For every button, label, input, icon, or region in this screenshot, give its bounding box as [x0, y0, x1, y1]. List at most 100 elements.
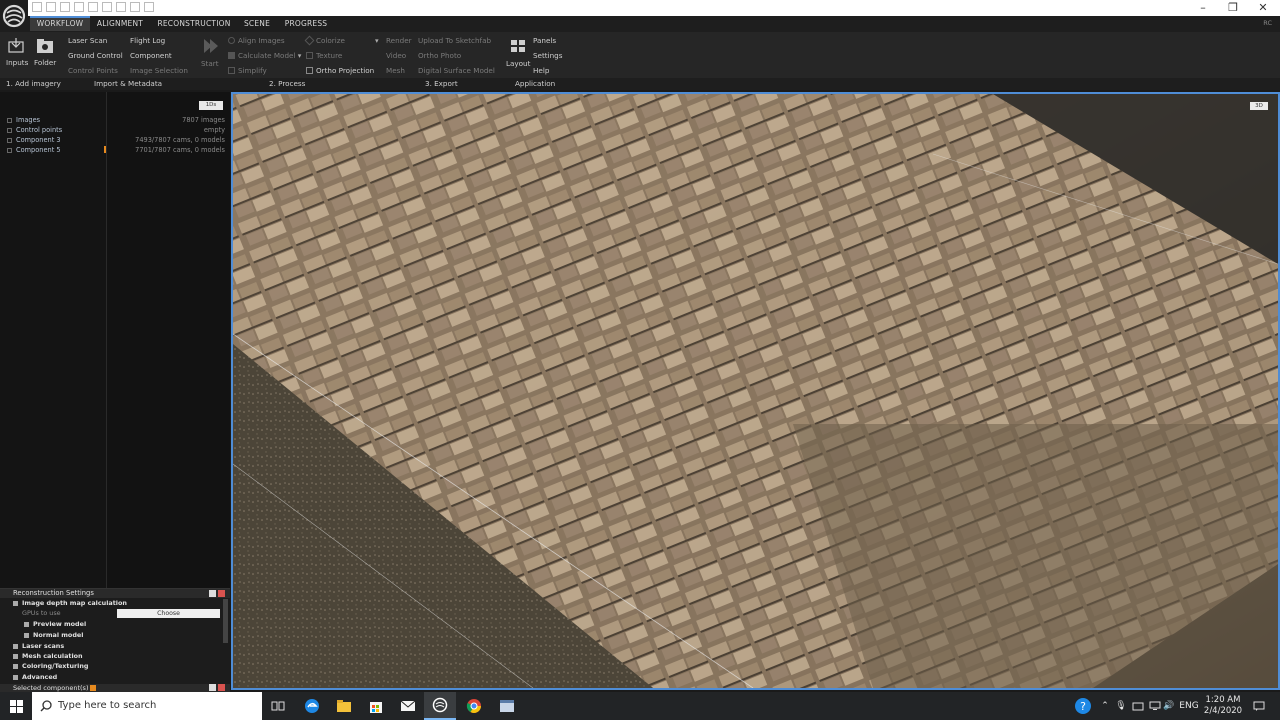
- setting-normal-model[interactable]: Normal model: [0, 630, 230, 640]
- component-button[interactable]: Component: [130, 51, 172, 60]
- setting-laser-scans[interactable]: Laser scans: [0, 641, 230, 651]
- align-images-button[interactable]: Align Images: [228, 36, 285, 45]
- volume-tray-icon[interactable]: 🔊: [1162, 692, 1176, 720]
- setting-coloring-texturing[interactable]: Coloring/Texturing: [0, 661, 230, 671]
- image-selection-button[interactable]: Image Selection: [130, 66, 188, 75]
- colorize-button[interactable]: Colorize ▾: [304, 35, 379, 46]
- expand-icon[interactable]: [7, 128, 12, 133]
- layout-button[interactable]: Layout: [506, 59, 530, 68]
- quick-access-icon[interactable]: [46, 2, 56, 12]
- pin-icon[interactable]: [209, 684, 216, 691]
- flight-log-button[interactable]: Flight Log: [130, 36, 165, 45]
- taskbar-store-button[interactable]: [360, 692, 392, 720]
- upload-sketchfab-button[interactable]: Upload To Sketchfab: [418, 36, 491, 45]
- panel-1ds-badge[interactable]: 1Ds: [199, 101, 223, 110]
- tab-workflow[interactable]: WORKFLOW: [30, 16, 90, 31]
- help-circle-icon: ?: [1075, 698, 1091, 714]
- taskbar-app-button[interactable]: [491, 692, 523, 720]
- close-panel-icon[interactable]: [218, 684, 225, 691]
- settings-scrollbar[interactable]: [223, 599, 228, 643]
- microphone-tray-icon[interactable]: 🎙: [1114, 692, 1128, 720]
- expand-icon[interactable]: [7, 138, 12, 143]
- expand-icon[interactable]: [13, 644, 18, 649]
- tab-alignment[interactable]: ALIGNMENT: [92, 16, 148, 31]
- show-hidden-icons-button[interactable]: ⌃: [1098, 692, 1112, 720]
- tree-row-control-points[interactable]: Control points empty: [0, 125, 230, 135]
- pin-icon[interactable]: [209, 590, 216, 597]
- quick-access-icon[interactable]: [60, 2, 70, 12]
- folder-icon: [37, 39, 53, 53]
- minimize-button[interactable]: –: [1188, 0, 1218, 16]
- 3d-viewport[interactable]: 3D: [231, 92, 1280, 690]
- settings-button[interactable]: Settings: [533, 51, 562, 60]
- expand-icon[interactable]: [13, 675, 18, 680]
- quick-access-toolbar: [32, 2, 154, 12]
- viewport-3d-badge[interactable]: 3D: [1250, 102, 1268, 110]
- help-button[interactable]: Help: [533, 66, 549, 75]
- setting-image-depth-map[interactable]: Image depth map calculation: [0, 598, 230, 608]
- setting-preview-model[interactable]: Preview model: [0, 619, 230, 629]
- taskbar-mail-button[interactable]: [392, 692, 424, 720]
- start-button[interactable]: Start: [201, 59, 219, 68]
- quick-access-icon[interactable]: [32, 2, 42, 12]
- start-button[interactable]: [0, 692, 32, 720]
- network-tray-icon[interactable]: [1148, 692, 1162, 720]
- tab-scene[interactable]: SCENE: [240, 16, 274, 31]
- taskbar-clock[interactable]: 1:20 AM 2/4/2020: [1196, 695, 1250, 717]
- taskbar-edge-button[interactable]: [296, 692, 328, 720]
- tab-reconstruction[interactable]: RECONSTRUCTION: [150, 16, 238, 31]
- expand-icon[interactable]: [13, 654, 18, 659]
- taskbar-realitycapture-button[interactable]: [424, 692, 456, 720]
- mesh-button[interactable]: Mesh: [386, 66, 405, 75]
- collapse-icon[interactable]: [13, 601, 18, 606]
- close-button[interactable]: ✕: [1248, 0, 1278, 16]
- expand-icon[interactable]: [24, 622, 29, 627]
- quick-access-icon[interactable]: [88, 2, 98, 12]
- taskbar-explorer-button[interactable]: [328, 692, 360, 720]
- expand-icon[interactable]: [13, 664, 18, 669]
- tree-row-images[interactable]: Images 7807 images: [0, 115, 230, 125]
- setting-advanced[interactable]: Advanced: [0, 672, 230, 682]
- expand-icon[interactable]: [7, 148, 12, 153]
- task-view-button[interactable]: [262, 692, 294, 720]
- taskbar-search-input[interactable]: Type here to search: [32, 692, 262, 720]
- simplify-button[interactable]: Simplify: [228, 66, 267, 75]
- choose-gpu-button[interactable]: Choose: [117, 609, 220, 618]
- quick-access-icon[interactable]: [130, 2, 140, 12]
- texture-button[interactable]: Texture: [306, 51, 342, 60]
- help-tray-button[interactable]: ?: [1072, 692, 1094, 720]
- calculate-model-button[interactable]: Calculate Model ▾: [228, 51, 301, 60]
- folder-button[interactable]: Folder: [34, 58, 56, 67]
- edge-icon: [305, 699, 319, 713]
- selected-components-bar[interactable]: Selected component(s): [0, 684, 230, 692]
- quick-access-icon[interactable]: [74, 2, 84, 12]
- tab-progress[interactable]: PROGRESS: [276, 16, 336, 31]
- digital-surface-model-button[interactable]: Digital Surface Model: [418, 66, 495, 75]
- setting-label: GPUs to use: [22, 609, 61, 617]
- setting-mesh-calculation[interactable]: Mesh calculation: [0, 651, 230, 661]
- panels-button[interactable]: Panels: [533, 36, 556, 45]
- expand-icon[interactable]: [24, 633, 29, 638]
- quick-access-icon[interactable]: [116, 2, 126, 12]
- expand-icon[interactable]: [7, 118, 12, 123]
- inputs-button[interactable]: Inputs: [6, 58, 28, 67]
- tree-row-component-3[interactable]: Component 3 7493/7807 cams, 0 models: [0, 135, 230, 145]
- ortho-projection-button[interactable]: Ortho Projection: [306, 66, 374, 75]
- tree-row-value: empty: [203, 126, 225, 134]
- notifications-button[interactable]: [1250, 692, 1268, 720]
- quick-access-icon[interactable]: [102, 2, 112, 12]
- selected-components-close-icon[interactable]: [90, 685, 96, 691]
- tray-app-icon[interactable]: [1130, 692, 1146, 720]
- taskbar-chrome-button[interactable]: [458, 692, 490, 720]
- laser-scan-button[interactable]: Laser Scan: [68, 36, 107, 45]
- tree-row-component-5[interactable]: Component 5 7701/7807 cams, 0 models: [0, 145, 230, 155]
- clock-time: 1:20 AM: [1205, 695, 1241, 705]
- video-button[interactable]: Video: [386, 51, 406, 60]
- ortho-photo-button[interactable]: Ortho Photo: [418, 51, 461, 60]
- control-points-button[interactable]: Control Points: [68, 66, 118, 75]
- render-button[interactable]: Render: [386, 36, 412, 45]
- close-panel-icon[interactable]: [218, 590, 225, 597]
- quick-access-icon[interactable]: [144, 2, 154, 12]
- maximize-button[interactable]: ❐: [1218, 0, 1248, 16]
- ground-control-button[interactable]: Ground Control: [68, 51, 123, 60]
